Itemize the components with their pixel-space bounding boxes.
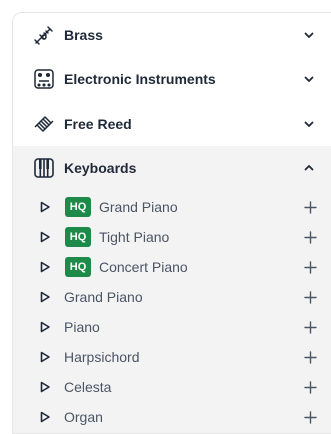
category-free-reed[interactable]: Free Reed: [13, 102, 331, 146]
add-icon[interactable]: [304, 200, 317, 214]
list-item-grand-piano[interactable]: Grand Piano: [13, 282, 331, 312]
add-icon[interactable]: [304, 410, 317, 424]
play-icon[interactable]: [39, 231, 51, 243]
piano-keys-icon: [33, 157, 55, 179]
category-brass[interactable]: Brass: [13, 13, 331, 57]
item-label: Grand Piano: [99, 199, 178, 215]
trumpet-icon: [33, 24, 55, 46]
category-label: Free Reed: [64, 116, 132, 132]
add-icon[interactable]: [304, 290, 317, 304]
play-icon[interactable]: [39, 201, 51, 213]
item-label: Celesta: [64, 379, 112, 395]
hq-badge: HQ: [65, 197, 91, 217]
list-item-harpsichord[interactable]: Harpsichord: [13, 342, 331, 372]
list-item-tight-piano-hq[interactable]: HQ Tight Piano: [13, 222, 331, 252]
hq-badge: HQ: [65, 257, 91, 277]
play-icon[interactable]: [39, 381, 51, 393]
chevron-up-icon: [303, 162, 315, 174]
play-icon[interactable]: [39, 261, 51, 273]
synth-module-icon: [33, 68, 55, 90]
category-electronic-instruments[interactable]: Electronic Instruments: [13, 57, 331, 101]
play-icon[interactable]: [39, 321, 51, 333]
add-icon[interactable]: [304, 320, 317, 334]
add-icon[interactable]: [304, 230, 317, 244]
item-label: Tight Piano: [99, 229, 170, 245]
category-label: Keyboards: [64, 160, 137, 176]
add-icon[interactable]: [304, 380, 317, 394]
chevron-down-icon: [303, 29, 315, 41]
category-keyboards[interactable]: Keyboards: [13, 146, 331, 190]
accordion-icon: [33, 113, 55, 135]
play-icon[interactable]: [39, 411, 51, 423]
hq-badge: HQ: [65, 227, 91, 247]
chevron-down-icon: [303, 73, 315, 85]
add-icon[interactable]: [304, 350, 317, 364]
add-icon[interactable]: [304, 260, 317, 274]
play-icon[interactable]: [39, 291, 51, 303]
list-item-celesta[interactable]: Celesta: [13, 372, 331, 402]
play-icon[interactable]: [39, 351, 51, 363]
item-label: Grand Piano: [64, 289, 143, 305]
list-item-piano[interactable]: Piano: [13, 312, 331, 342]
list-item-organ[interactable]: Organ: [13, 402, 331, 432]
list-item-concert-piano-hq[interactable]: HQ Concert Piano: [13, 252, 331, 282]
item-label: Piano: [64, 319, 100, 335]
category-label: Electronic Instruments: [64, 71, 216, 87]
item-label: Organ: [64, 409, 103, 425]
item-label: Concert Piano: [99, 259, 188, 275]
item-label: Harpsichord: [64, 349, 140, 365]
instrument-panel: Brass Electronic Instruments Free Reed K…: [12, 12, 331, 434]
list-item-grand-piano-hq[interactable]: HQ Grand Piano: [13, 192, 331, 222]
category-label: Brass: [64, 27, 103, 43]
chevron-down-icon: [303, 118, 315, 130]
